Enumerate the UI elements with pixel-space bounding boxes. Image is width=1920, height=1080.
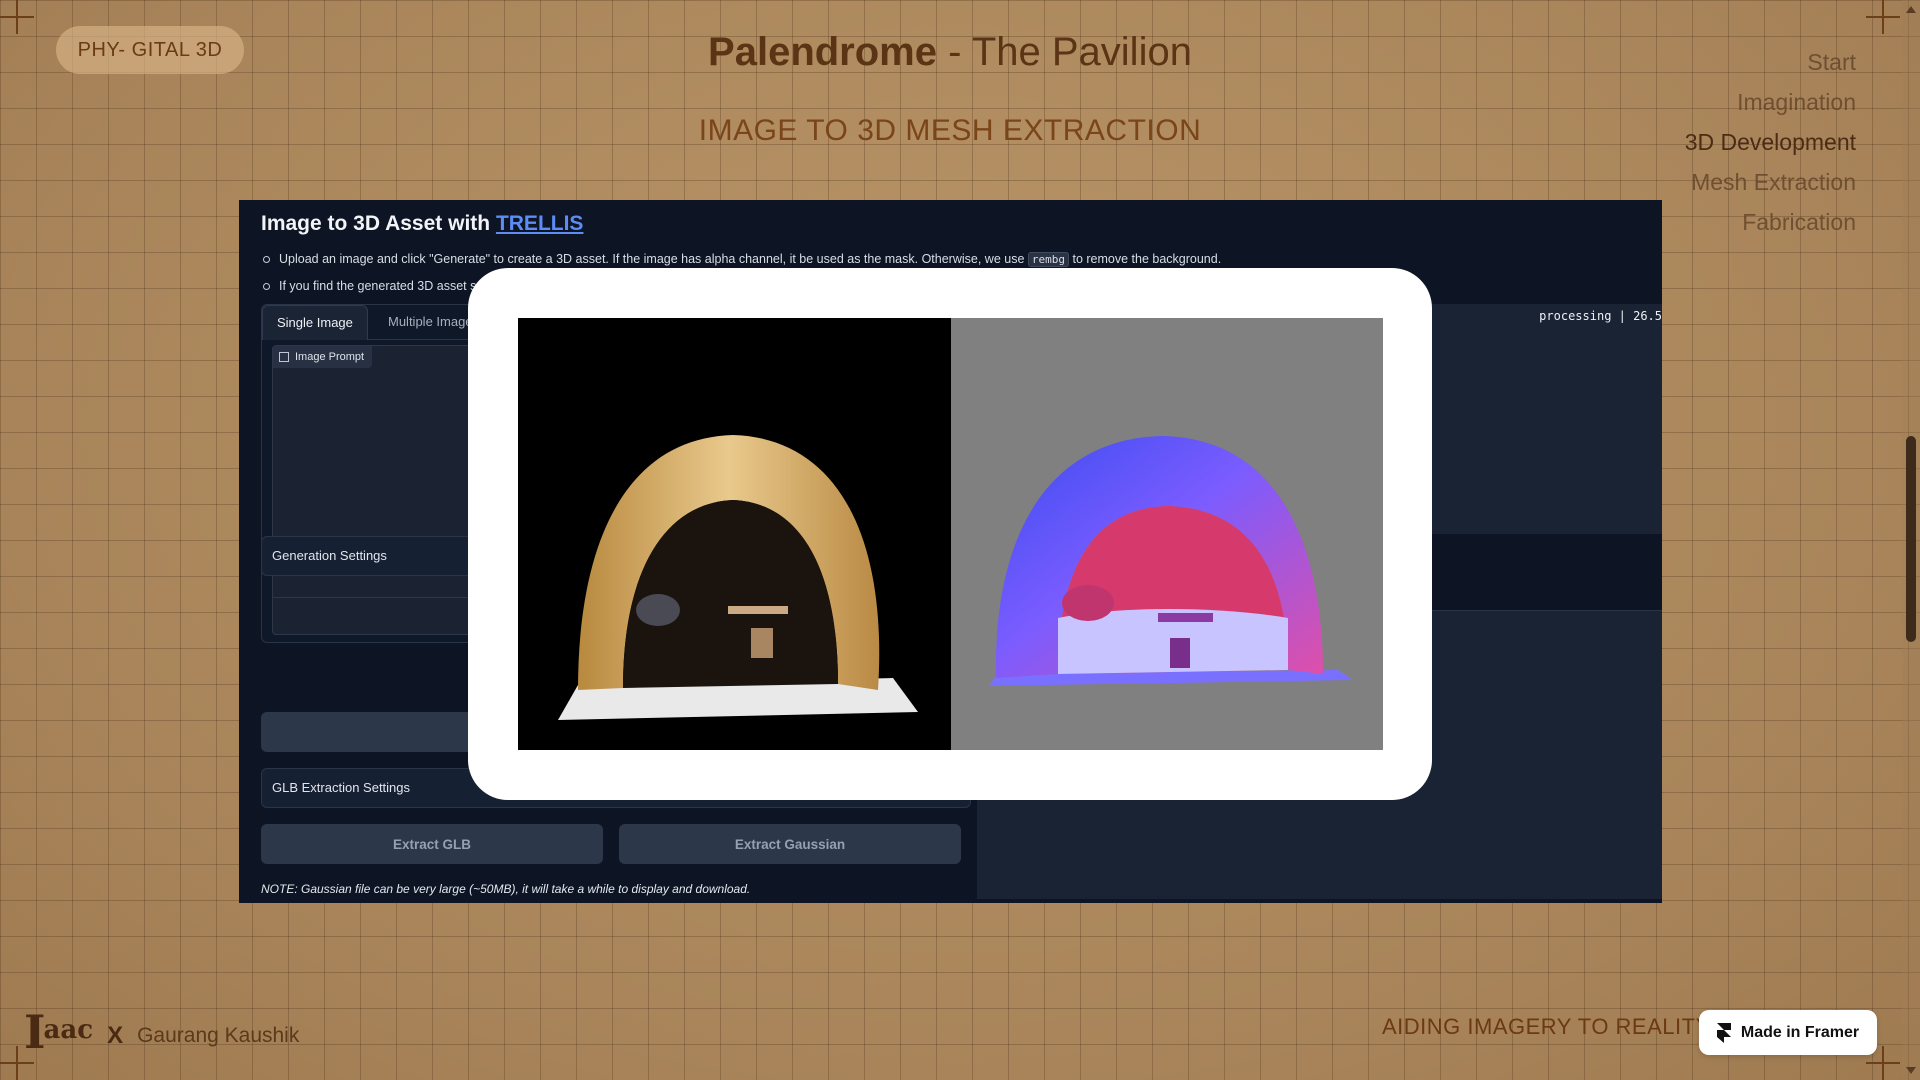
scroll-down-arrow-icon[interactable] <box>1906 1067 1916 1074</box>
plus-corner-icon <box>1866 0 1900 34</box>
tab-single-image[interactable]: Single Image <box>262 305 368 340</box>
page-title: Palendrome - The Pavilion <box>0 30 1900 75</box>
iaac-logo: Iaac <box>24 1009 94 1055</box>
trellis-link[interactable]: TRELLIS <box>496 212 584 235</box>
nav-item-start[interactable]: Start <box>1685 42 1856 82</box>
image-icon <box>279 352 289 362</box>
generation-settings-label: Generation Settings <box>272 548 387 563</box>
footer-credits: Iaac X Gaurang Kaushik <box>24 1009 300 1055</box>
framer-label: Made in Framer <box>1740 1023 1860 1041</box>
page-scrollbar[interactable] <box>1902 0 1920 1080</box>
plus-corner-icon <box>0 0 34 34</box>
iaac-logo-sup: aac <box>43 1015 94 1045</box>
instruction-text-b: to remove the background. <box>1069 252 1222 266</box>
collab-cross: X <box>107 1022 124 1049</box>
lamp-right <box>1062 585 1114 621</box>
extract-glb-button[interactable]: Extract GLB <box>261 824 603 864</box>
framer-logo-icon <box>1716 1022 1731 1043</box>
extract-gaussian-button[interactable]: Extract Gaussian <box>619 824 961 864</box>
author-name: Gaurang Kaushik <box>137 1024 300 1047</box>
table-left <box>728 606 788 614</box>
nav-item-fabrication[interactable]: Fabrication <box>1685 202 1856 242</box>
nav-item-mesh-extraction[interactable]: Mesh Extraction <box>1685 162 1856 202</box>
processing-status: processing | 26.5 <box>1539 309 1662 323</box>
preview-modal <box>468 268 1432 800</box>
extract-glb-label: Extract GLB <box>392 836 472 852</box>
table-right <box>1158 613 1213 622</box>
image-prompt-text: Image Prompt <box>295 351 365 363</box>
scroll-up-arrow-icon[interactable] <box>1906 6 1916 13</box>
tagline: AIDING IMAGERY TO REALITY <box>1382 1014 1711 1039</box>
app-title-prefix: Image to 3D Asset with <box>261 212 496 235</box>
render-comparison-image <box>518 318 1383 750</box>
page-subtitle: IMAGE TO 3D MESH EXTRACTION <box>698 114 1202 147</box>
instruction-text-a: Upload an image and click "Generate" to … <box>279 252 1028 266</box>
scrollbar-thumb[interactable] <box>1906 436 1916 642</box>
extract-gaussian-label: Extract Gaussian <box>734 836 846 852</box>
rembg-code: rembg <box>1027 252 1069 267</box>
chair-left <box>751 628 773 658</box>
gaussian-note: NOTE: Gaussian file can be very large (~… <box>261 882 751 896</box>
iaac-logo-main: I <box>24 1005 45 1059</box>
nav-item-3d-development[interactable]: 3D Development <box>1685 122 1856 162</box>
image-prompt-label: Image Prompt <box>273 346 373 368</box>
app-title: Image to 3D Asset with TRELLIS <box>261 212 583 236</box>
lamp-left <box>636 594 680 626</box>
glb-settings-label: GLB Extraction Settings <box>272 780 411 795</box>
main-nav: Start Imagination 3D Development Mesh Ex… <box>1685 42 1856 242</box>
page-title-bold: Palendrome <box>708 30 937 74</box>
page-title-rest: - The Pavilion <box>937 30 1192 74</box>
made-in-framer-badge[interactable]: Made in Framer <box>1699 1010 1877 1055</box>
chair-right <box>1170 638 1190 668</box>
render-comparison-svg <box>518 318 1383 750</box>
nav-item-imagination[interactable]: Imagination <box>1685 82 1856 122</box>
